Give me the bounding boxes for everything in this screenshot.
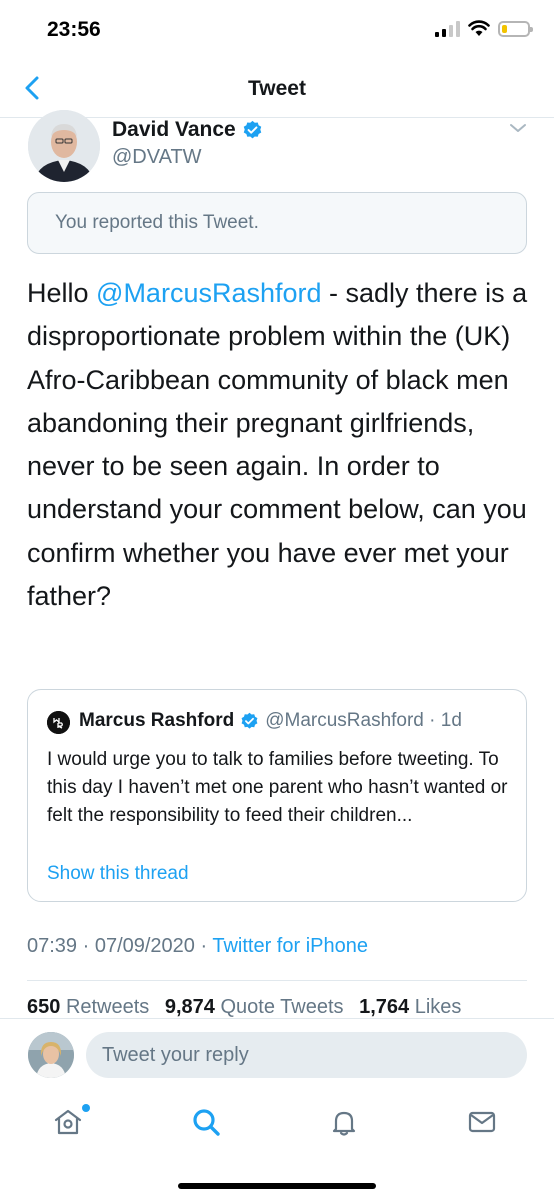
tab-messages[interactable] [466, 1106, 506, 1146]
reported-notice: You reported this Tweet. [27, 192, 527, 254]
status-icons [435, 20, 533, 37]
retweets-stat[interactable]: 650 Retweets [27, 996, 149, 1018]
author-name-text: David Vance [112, 118, 236, 141]
likes-stat[interactable]: 1,764 Likes [359, 996, 461, 1018]
cellular-signal-icon [435, 20, 460, 37]
tweet-stats: 650 Retweets 9,874 Quote Tweets 1,764 Li… [27, 996, 471, 1019]
quoted-tweet[interactable]: Marcus Rashford @MarcusRashford · 1d I w… [27, 689, 527, 902]
reply-bar [0, 1018, 554, 1092]
show-thread-link[interactable]: Show this thread [47, 863, 189, 885]
status-bar: 23:56 [0, 0, 554, 60]
chevron-down-icon [510, 124, 526, 132]
timestamp-text: 07:39 · 07/09/2020 · [27, 935, 213, 957]
nav-bar: Tweet [0, 60, 554, 118]
quote-header: Marcus Rashford @MarcusRashford · 1d [79, 710, 462, 732]
retweets-count: 650 [27, 996, 61, 1018]
likes-count: 1,764 [359, 996, 410, 1018]
status-time: 23:56 [47, 18, 101, 41]
likes-label: Likes [414, 996, 462, 1018]
tweet-text: Hello @MarcusRashford - sadly there is a… [27, 272, 532, 618]
avatar-image [28, 110, 100, 182]
quote-text: I would urge you to talk to families bef… [47, 749, 508, 827]
mr-logo-icon [47, 711, 70, 734]
battery-level [502, 24, 507, 33]
tab-home[interactable] [52, 1104, 92, 1146]
tab-bar [0, 1092, 554, 1162]
notification-dot [82, 1104, 90, 1112]
tweet-source-link[interactable]: Twitter for iPhone [212, 935, 368, 957]
divider [27, 980, 527, 981]
reported-notice-text: You reported this Tweet. [55, 212, 259, 233]
mail-icon [468, 1111, 496, 1133]
author-handle[interactable]: @DVATW [112, 146, 202, 169]
author-avatar[interactable] [28, 110, 100, 182]
retweets-label: Retweets [65, 996, 150, 1018]
more-options-button[interactable] [508, 121, 528, 135]
mention-link[interactable]: @MarcusRashford [96, 278, 321, 308]
quote-author-avatar [47, 711, 70, 734]
home-icon [54, 1109, 82, 1135]
avatar-image [28, 1032, 74, 1078]
quote-author-meta: @MarcusRashford · 1d [265, 710, 462, 731]
tweet-text-rest: - sadly there is a disproportionate prob… [27, 278, 528, 612]
verified-badge-icon [241, 712, 258, 729]
wifi-icon [468, 20, 490, 36]
tweet-timestamp: 07:39 · 07/09/2020 · Twitter for iPhone [27, 935, 368, 958]
quote-tweets-count: 9,874 [164, 996, 215, 1018]
battery-icon [498, 20, 533, 37]
tweet-text-start: Hello [27, 278, 97, 308]
reply-input[interactable] [86, 1032, 527, 1078]
quote-author-name: Marcus Rashford [79, 710, 235, 731]
quote-tweets-label: Quote Tweets [220, 996, 344, 1018]
author-name[interactable]: David Vance [112, 118, 263, 142]
tab-notifications[interactable] [328, 1106, 368, 1146]
quote-tweets-stat[interactable]: 9,874 Quote Tweets [165, 996, 344, 1018]
home-indicator[interactable] [178, 1183, 376, 1189]
bell-icon [332, 1111, 356, 1136]
verified-badge-icon [243, 120, 261, 138]
user-avatar[interactable] [28, 1032, 74, 1078]
search-icon [193, 1109, 220, 1136]
tab-search[interactable] [190, 1106, 230, 1146]
page-title: Tweet [248, 77, 306, 100]
